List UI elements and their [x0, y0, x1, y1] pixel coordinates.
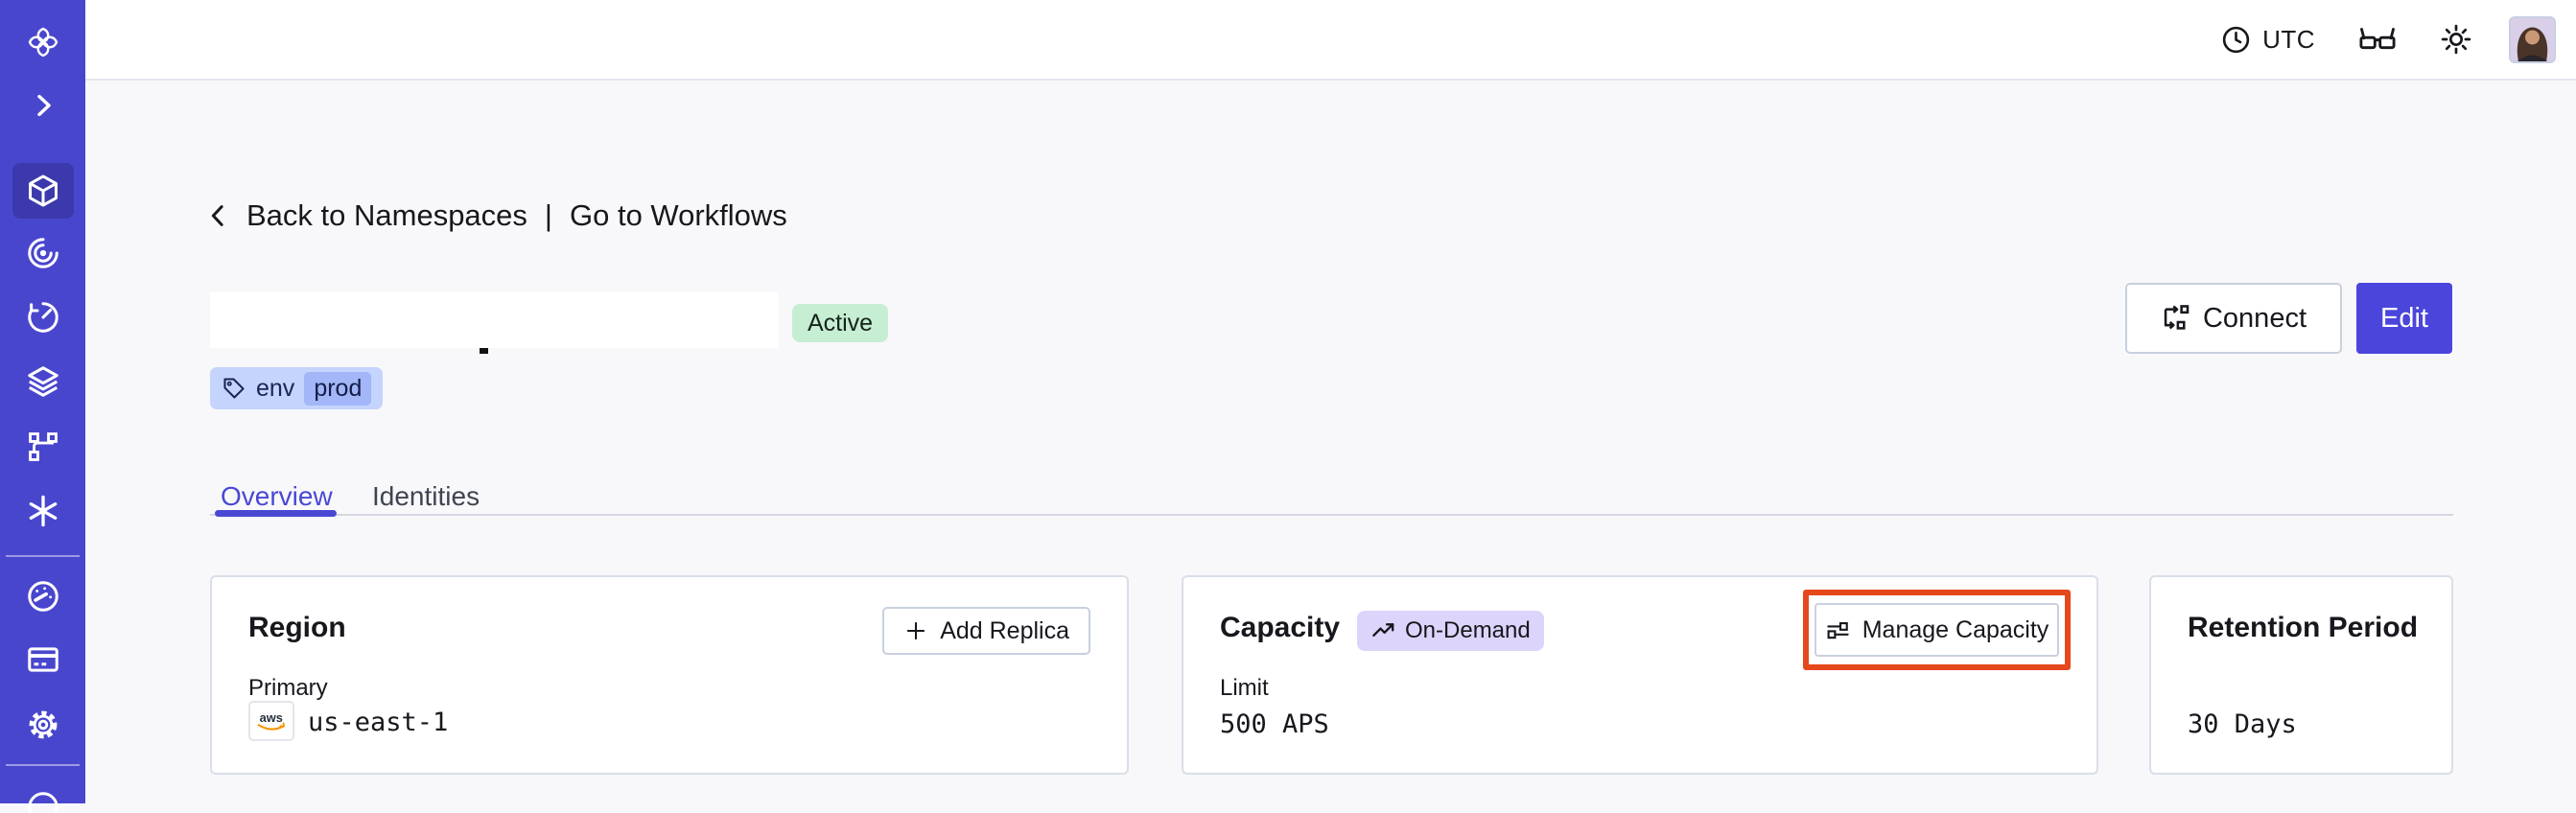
status-badge: Active: [792, 304, 889, 342]
region-value: us-east-1: [308, 708, 449, 737]
sun-icon: [2441, 24, 2471, 55]
schedules-clock-icon: [27, 302, 59, 333]
sidebar: [0, 0, 85, 813]
active-tab-underline: [215, 510, 337, 517]
back-chevron-icon[interactable]: [204, 201, 233, 230]
retention-value: 30 Days: [2188, 709, 2297, 739]
redacted-text-remnant: [480, 348, 488, 354]
bottom-partial-icon: [27, 792, 59, 813]
deployments-branch-icon: [28, 432, 58, 461]
aws-logo-text: aws: [260, 710, 283, 725]
aws-provider-chip: aws: [248, 701, 294, 741]
region-card-title: Region: [248, 612, 346, 643]
tab-identities[interactable]: Identities: [372, 481, 480, 512]
capacity-card: Capacity On-Demand Manage Capacity Limit…: [1182, 575, 2098, 775]
manage-capacity-highlight-annotation: Manage Capacity: [1803, 590, 2071, 670]
nexus-asterisk-icon: [29, 495, 57, 527]
edit-button-label: Edit: [2380, 302, 2428, 334]
breadcrumb-separator: |: [544, 198, 552, 232]
settings-gear-icon: [29, 710, 57, 739]
sidebar-item-bottom-partial[interactable]: [0, 784, 85, 813]
region-card: Region Add Replica Primary aws us-east-1: [210, 575, 1129, 775]
namespace-title-redacted: [210, 292, 779, 348]
add-replica-button[interactable]: Add Replica: [882, 607, 1090, 655]
timezone-selector[interactable]: UTC: [2220, 24, 2315, 56]
connect-flow-icon: [2164, 305, 2190, 330]
connect-button-label: Connect: [2202, 302, 2307, 334]
usage-gauge-icon: [27, 581, 59, 612]
on-demand-badge: On-Demand: [1357, 611, 1544, 651]
tabs-baseline-rule: [210, 514, 2453, 516]
sidebar-item-nexus[interactable]: [0, 492, 85, 530]
trending-up-icon: [1372, 622, 1394, 637]
retention-card-title: Retention Period: [2188, 612, 2419, 643]
tag-value: prod: [304, 371, 372, 406]
tag-icon: [223, 378, 245, 399]
billing-card-icon: [27, 647, 59, 672]
back-to-namespaces-link[interactable]: Back to Namespaces: [246, 198, 527, 233]
capacity-card-title: Capacity: [1220, 612, 1341, 643]
sidebar-item-stack[interactable]: [0, 362, 85, 401]
sidebar-item-usage[interactable]: [0, 577, 85, 616]
sidebar-expand-button[interactable]: [0, 86, 85, 125]
sidebar-item-billing[interactable]: [0, 640, 85, 679]
manage-capacity-label: Manage Capacity: [1862, 616, 2049, 643]
connect-button[interactable]: Connect: [2125, 283, 2342, 354]
sidebar-item-namespaces[interactable]: [0, 172, 85, 210]
sidebar-item-settings[interactable]: [0, 706, 85, 744]
namespaces-cube-icon: [28, 174, 58, 207]
limit-label: Limit: [1220, 675, 1269, 701]
labs-toggle-button[interactable]: [2357, 25, 2398, 54]
sidebar-divider: [6, 555, 80, 557]
sidebar-item-workflows[interactable]: [0, 234, 85, 272]
primary-label: Primary: [248, 675, 328, 701]
retention-card: Retention Period 30 Days: [2149, 575, 2453, 775]
aws-logo-icon: aws: [257, 710, 285, 731]
add-replica-label: Add Replica: [940, 616, 1069, 644]
main-content: Back to Namespaces | Go to Workflows Act…: [85, 82, 2576, 803]
limit-value: 500 APS: [1220, 709, 1329, 739]
tag-key: env: [256, 374, 295, 402]
tab-overview[interactable]: Overview: [221, 481, 333, 512]
sliders-icon: [1827, 621, 1849, 639]
workflows-spiral-icon: [27, 238, 59, 268]
topbar: UTC: [85, 0, 2576, 81]
theme-toggle-button[interactable]: [2440, 23, 2472, 56]
avatar-photo: [2511, 17, 2554, 61]
breadcrumb: Back to Namespaces | Go to Workflows: [204, 198, 787, 233]
sidebar-item-schedules[interactable]: [0, 298, 85, 337]
chevron-right-icon: [36, 94, 51, 117]
user-avatar[interactable]: [2509, 15, 2556, 63]
sidebar-item-deployments[interactable]: [0, 428, 85, 466]
namespace-detail-page: UTC Back to Namespaces | Go to Workflows…: [0, 0, 2576, 813]
clock-icon: [2222, 26, 2250, 53]
edit-button[interactable]: Edit: [2356, 283, 2452, 354]
timezone-label: UTC: [2262, 24, 2315, 54]
sidebar-divider: [6, 764, 80, 766]
temporal-logo-icon: [28, 27, 58, 58]
stack-layers-icon: [27, 366, 59, 397]
temporal-logo[interactable]: [0, 23, 85, 61]
on-demand-badge-label: On-Demand: [1405, 617, 1531, 643]
manage-capacity-button[interactable]: Manage Capacity: [1815, 603, 2059, 657]
plus-icon: [907, 621, 925, 640]
namespace-tag: env prod: [210, 367, 384, 409]
glasses-icon: [2359, 28, 2396, 50]
go-to-workflows-link[interactable]: Go to Workflows: [570, 198, 787, 233]
